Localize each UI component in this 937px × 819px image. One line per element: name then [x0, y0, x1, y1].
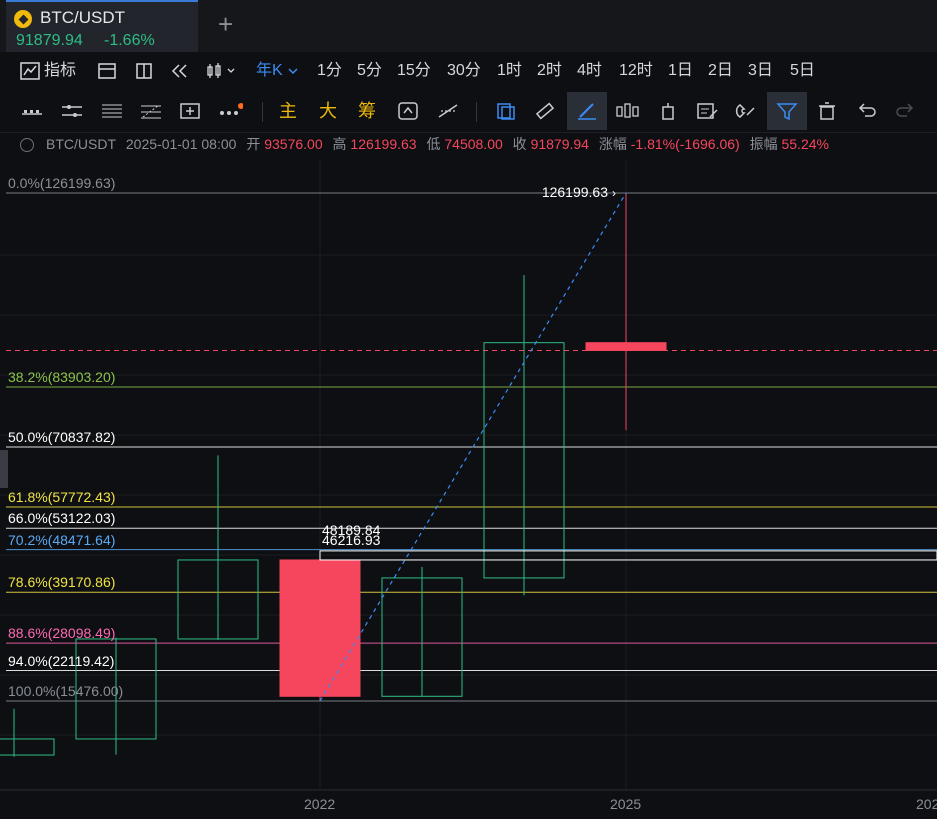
add-measure-icon: [180, 103, 200, 119]
interval-3-button[interactable]: 30分: [447, 52, 481, 90]
interval-4-button[interactable]: 1时: [497, 52, 522, 90]
high-label: 高: [332, 136, 347, 152]
candle-body: [585, 342, 667, 351]
more-dots-icon: [220, 103, 243, 115]
hide-drawings-tool[interactable]: [430, 92, 466, 130]
trash-icon: [819, 102, 835, 120]
fib-tool[interactable]: [133, 92, 169, 130]
channel-tool[interactable]: [94, 92, 130, 130]
split-view-icon[interactable]: [134, 62, 154, 80]
redo-button[interactable]: [888, 92, 924, 130]
filter-tool[interactable]: [767, 92, 807, 130]
candle-pattern-tool[interactable]: [610, 92, 646, 130]
copy-icon: [497, 103, 515, 120]
peak-price-label: 126199.63: [542, 184, 608, 200]
big-order-toggle[interactable]: 大: [319, 92, 337, 130]
interval-8-button[interactable]: 1日: [668, 52, 693, 90]
open-label: 开: [246, 136, 261, 152]
open-value: 93576.00: [264, 136, 323, 152]
redo-icon: [896, 103, 914, 117]
interval-10-button[interactable]: 3日: [748, 52, 773, 90]
chips-toggle[interactable]: 筹: [358, 92, 376, 130]
lock-icon: [662, 103, 674, 120]
add-tab-button[interactable]: +: [218, 10, 233, 38]
parallel-lines-icon: [62, 105, 82, 117]
close-mark-label: 46216.93: [322, 532, 381, 548]
interval-11-button[interactable]: 5日: [790, 52, 815, 90]
lock-tool[interactable]: [650, 92, 686, 130]
indicator-icon[interactable]: [20, 62, 40, 80]
copy-drawing-tool[interactable]: [488, 92, 524, 130]
symbol-tab[interactable]: BTC/USDT 91879.94 -1.66%: [6, 0, 198, 52]
magnet-icon: [735, 104, 755, 118]
ruler-icon: [535, 102, 555, 120]
interval-6-button[interactable]: 4时: [577, 52, 602, 90]
delete-tool[interactable]: [809, 92, 845, 130]
interval-1-button[interactable]: 5分: [357, 52, 382, 90]
candle-type-icon[interactable]: [206, 62, 236, 80]
low-value: 74508.00: [444, 136, 503, 152]
tab-change: -1.66%: [104, 32, 155, 49]
channel-icon: [102, 104, 122, 118]
more-tools-button[interactable]: [212, 92, 248, 130]
info-symbol: BTC/USDT: [46, 136, 116, 152]
arrow-glyph: ›: [612, 186, 616, 200]
parallel-lines-tool[interactable]: [54, 92, 90, 130]
ohlc-info-line: BTC/USDT 2025-01-01 08:00 开 93576.00 高 1…: [46, 134, 937, 156]
indicator-button[interactable]: 指标: [44, 52, 76, 90]
chevron-down-icon[interactable]: [286, 62, 300, 80]
tab-symbol: BTC/USDT: [40, 8, 125, 27]
candle-body: [0, 738, 55, 756]
undo-icon: [858, 103, 876, 117]
fib-retracement-icon: [141, 104, 161, 119]
candles-icon: [616, 103, 639, 118]
toolbar-divider: [262, 102, 263, 122]
tab-price: 91879.94: [16, 32, 83, 49]
low-label: 低: [426, 136, 441, 152]
note-tool[interactable]: [689, 92, 725, 130]
collapse-sidebar-handle[interactable]: [0, 450, 8, 488]
tab-strip: BTC/USDT 91879.94 -1.66% +: [0, 0, 937, 52]
ruler-tool[interactable]: [527, 92, 563, 130]
interval-year-button[interactable]: 年K: [256, 52, 283, 90]
edit-note-icon: [697, 103, 718, 119]
layout-icon[interactable]: [97, 62, 117, 80]
interval-5-button[interactable]: 2时: [537, 52, 562, 90]
binance-coin-icon: [14, 10, 32, 28]
amplitude-value: 55.24%: [781, 136, 829, 152]
change-value: -1.81%(-1696.06): [630, 136, 740, 152]
rewind-icon[interactable]: [170, 62, 190, 80]
high-value: 126199.63: [350, 136, 417, 152]
interval-9-button[interactable]: 2日: [708, 52, 733, 90]
measure-tool[interactable]: [172, 92, 208, 130]
sync-draw-tool[interactable]: [390, 92, 426, 130]
horizontal-ray-tool[interactable]: [14, 92, 50, 130]
interval-0-button[interactable]: 1分: [317, 52, 342, 90]
close-label: 收: [512, 136, 527, 152]
hide-drawings-icon: [438, 104, 458, 118]
interval-7-button[interactable]: 12时: [619, 52, 653, 90]
candlestick-chart[interactable]: 126199.63 ›48189.8446216.93: [0, 160, 937, 819]
main-indicator-toggle[interactable]: 主: [279, 92, 297, 130]
horizontal-ray-icon: [22, 110, 42, 115]
undo-button[interactable]: [848, 92, 884, 130]
filter-icon: [776, 103, 798, 121]
close-value: 91879.94: [530, 136, 589, 152]
interval-toolbar: 指标 年K 1分5分15分30分1时2时4时12时1日2日3日5日 16s: [0, 52, 937, 131]
drawing-toolbar: 主 大 筹: [0, 92, 937, 133]
amplitude-label: 振幅: [749, 136, 778, 152]
toolbar-divider: [476, 102, 477, 122]
change-label: 涨幅: [598, 136, 627, 152]
keep-drawing-tool[interactable]: [567, 92, 607, 130]
candle-body: [279, 559, 361, 697]
pencil-icon: [578, 103, 596, 120]
magnet-tool[interactable]: [728, 92, 764, 130]
interval-2-button[interactable]: 15分: [397, 52, 431, 90]
info-date: 2025-01-01 08:00: [125, 136, 237, 152]
collapse-info-icon[interactable]: [20, 138, 34, 152]
sync-icon: [398, 102, 418, 120]
